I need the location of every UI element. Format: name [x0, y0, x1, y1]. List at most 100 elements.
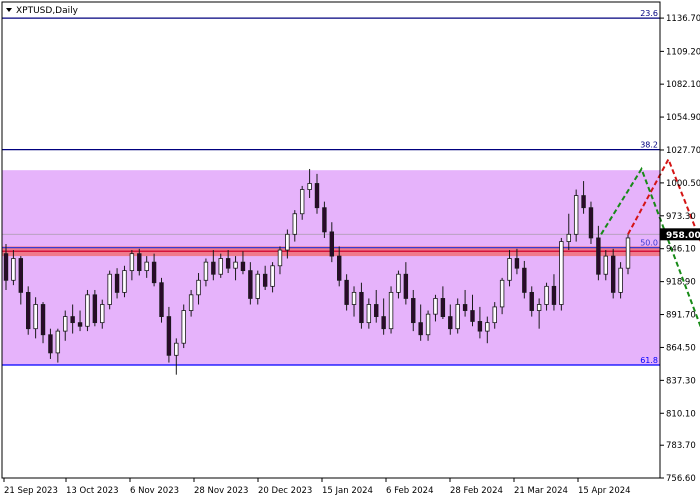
- candle-body: [225, 258, 231, 269]
- fib-level-label: 23.6: [640, 9, 658, 18]
- candle-body: [277, 249, 283, 267]
- candle-body: [77, 322, 83, 327]
- fib-level-label: 50.0: [640, 239, 658, 248]
- candle-body: [70, 316, 75, 324]
- candle-body: [359, 291, 364, 324]
- candle-body: [381, 316, 386, 330]
- candle-body: [151, 261, 157, 284]
- price-chart: 23.6 38.2 50.0 61.8 1136.70 1109.20 1082.10 10…: [1, 1, 700, 496]
- candle-body: [374, 304, 379, 317]
- candle-body: [470, 310, 475, 322]
- x-tick-label: 6 Feb 2024: [386, 486, 434, 496]
- candle-body: [11, 258, 16, 281]
- candle-body: [248, 270, 253, 299]
- candle-body: [211, 261, 216, 275]
- candle-body: [418, 322, 423, 336]
- candle-body: [270, 265, 275, 287]
- candle-body: [507, 258, 512, 281]
- candle-body: [100, 304, 105, 324]
- y-tick-label: 810.10: [666, 409, 696, 419]
- x-tick-label: 20 Dec 2023: [258, 486, 312, 496]
- x-tick-label: 21 Mar 2024: [514, 486, 568, 496]
- candle-body: [566, 233, 571, 242]
- candle-body: [462, 304, 468, 311]
- candle-body: [166, 316, 172, 356]
- candle-body: [477, 321, 483, 332]
- x-tick-label: 15 Apr 2024: [578, 486, 631, 496]
- candle-body: [307, 183, 312, 190]
- y-tick-label: 1027.70: [666, 146, 700, 156]
- candle-body: [610, 255, 616, 293]
- candle-body: [292, 213, 297, 235]
- y-tick-label: 918.90: [666, 278, 696, 288]
- candle-body: [581, 195, 586, 209]
- candle-body: [425, 313, 431, 336]
- candle-body: [240, 261, 246, 272]
- candle-body: [433, 298, 438, 315]
- candle-body: [233, 261, 238, 269]
- candle-body: [255, 273, 260, 299]
- candle-body: [344, 279, 349, 305]
- candle-body: [196, 279, 201, 296]
- y-tick-label: 1082.10: [666, 80, 700, 90]
- candle-body: [559, 241, 564, 305]
- candle-body: [440, 298, 446, 317]
- candle-body: [403, 273, 409, 299]
- candle-body: [203, 261, 209, 281]
- chart-window: 23.6 38.2 50.0 61.8 1136.70 1109.20 1082.10 10…: [0, 0, 700, 500]
- candle-body: [492, 306, 497, 324]
- y-tick-label: 1136.70: [666, 14, 700, 24]
- candle-body: [329, 231, 335, 257]
- candle-body: [411, 298, 416, 324]
- candle-body: [596, 237, 601, 275]
- candle-body: [144, 261, 149, 272]
- candle-body: [55, 330, 61, 354]
- candle-body: [262, 273, 268, 287]
- candle-body: [588, 207, 594, 239]
- candle-body: [92, 294, 98, 324]
- candle-body: [544, 285, 549, 305]
- fib-level-label: 61.8: [640, 356, 658, 365]
- candle-body: [455, 304, 460, 330]
- x-tick-label: 15 Jan 2024: [322, 486, 373, 496]
- candle-body: [18, 258, 24, 293]
- candle-body: [114, 273, 120, 293]
- candle-body: [625, 237, 631, 269]
- candle-body: [388, 291, 394, 330]
- candle-body: [85, 294, 90, 327]
- candle-body: [40, 304, 46, 336]
- y-tick-label: 864.50: [666, 343, 696, 353]
- candle-body: [26, 291, 31, 330]
- candle-body: [485, 322, 490, 332]
- y-tick-label: 973.30: [666, 212, 696, 222]
- candle-body: [529, 291, 534, 311]
- y-tick-label: 783.70: [666, 441, 696, 451]
- candle-body: [499, 279, 505, 308]
- candle-body: [322, 207, 327, 233]
- fib-level-label: 38.2: [640, 141, 658, 150]
- candle-body: [63, 316, 68, 332]
- candle-body: [314, 183, 320, 209]
- x-tick-label: 13 Oct 2023: [66, 486, 119, 496]
- candle-body: [366, 304, 372, 324]
- candle-body: [285, 233, 290, 251]
- candle-body: [122, 270, 127, 293]
- candle-body: [573, 195, 579, 235]
- y-tick-label: 891.70: [666, 311, 696, 321]
- candle-body: [137, 253, 142, 272]
- candle-body: [536, 304, 542, 311]
- candle-body: [396, 273, 401, 293]
- candle-body: [3, 253, 9, 281]
- candle-body: [337, 255, 342, 281]
- y-tick-label: 1000.50: [666, 179, 700, 189]
- current-price-label: 958.00: [666, 231, 700, 241]
- candle-body: [603, 255, 608, 275]
- symbol-label: XPTUSD,Daily: [16, 6, 79, 16]
- symbol-dropdown-icon[interactable]: [6, 8, 12, 12]
- candle-body: [351, 291, 357, 305]
- candle-body: [129, 253, 135, 272]
- y-tick-label: 1054.90: [666, 113, 700, 123]
- candle-body: [522, 267, 527, 293]
- y-tick-label: 1109.20: [666, 47, 700, 57]
- candle-body: [299, 189, 305, 215]
